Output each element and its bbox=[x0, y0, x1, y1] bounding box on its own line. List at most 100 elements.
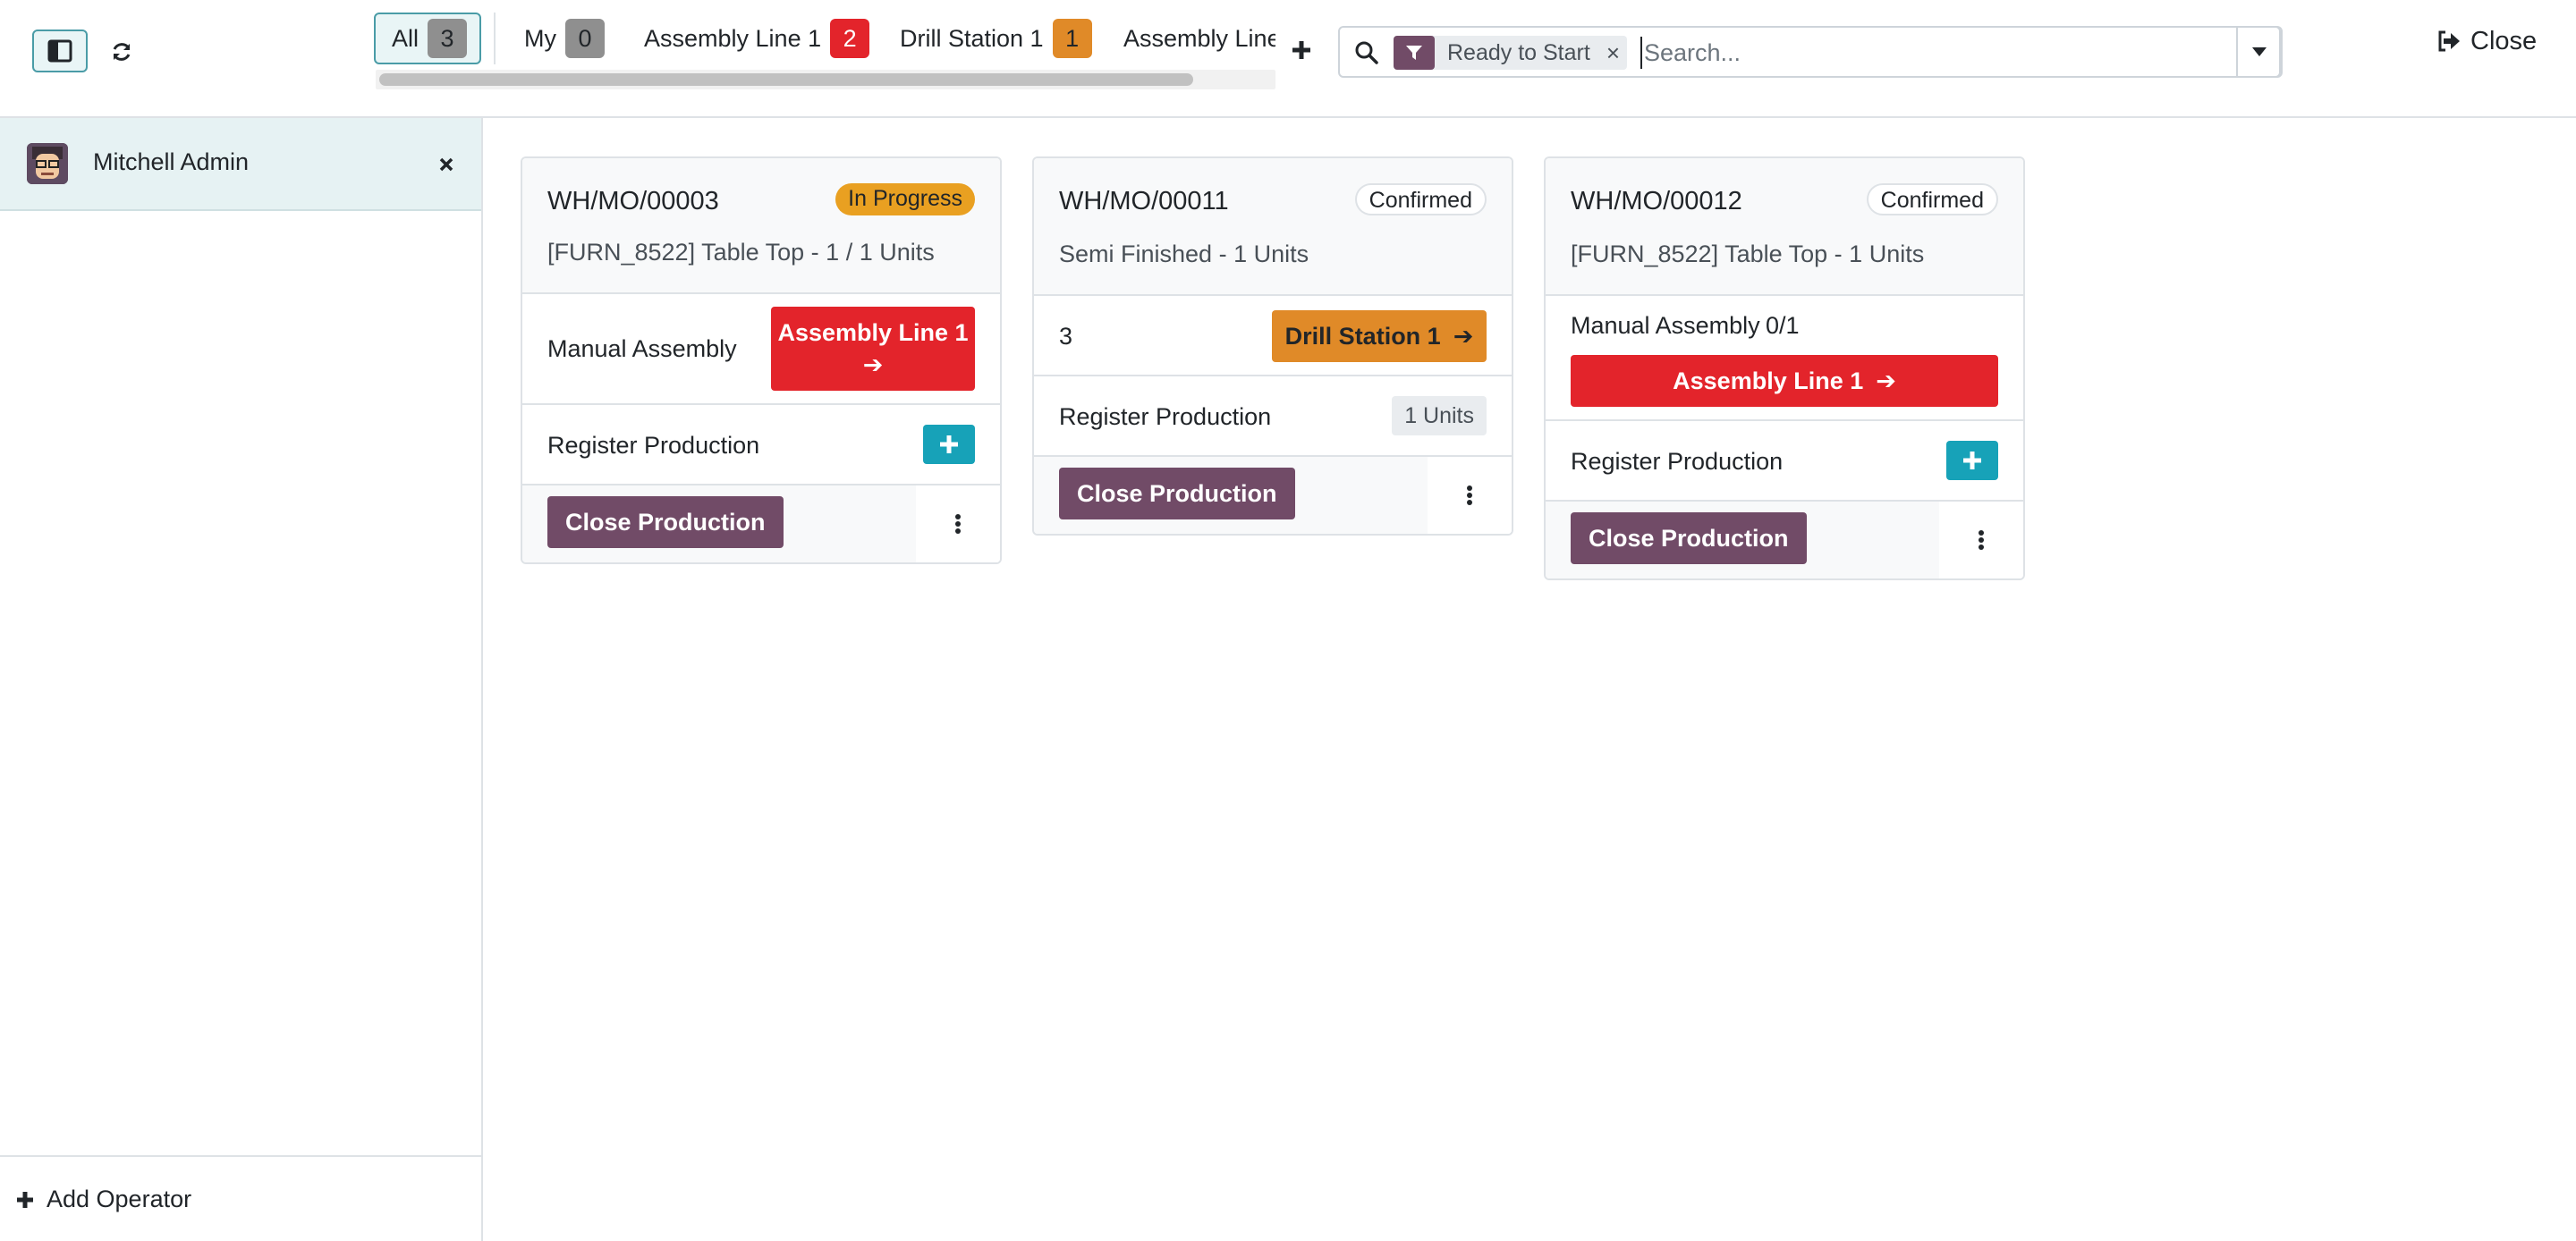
register-production-row[interactable]: Register Production bbox=[1546, 421, 2023, 502]
tab-all[interactable]: All 3 bbox=[374, 13, 481, 64]
search-facet: Ready to Start × bbox=[1394, 36, 1627, 70]
close-production-label: Close Production bbox=[1077, 479, 1277, 507]
tab-drill-station-1[interactable]: Drill Station 1 1 bbox=[900, 13, 1092, 64]
search-input[interactable] bbox=[1640, 37, 2213, 69]
card-header[interactable]: WH/MO/00003 In Progress [FURN_8522] Tabl… bbox=[522, 158, 1000, 294]
add-operator-label: Add Operator bbox=[47, 1186, 192, 1212]
register-production-row[interactable]: Register Production 1 Units bbox=[1034, 376, 1512, 457]
sidebar-toggle-icon bbox=[47, 39, 72, 63]
operation-label: 3 bbox=[1059, 323, 1073, 350]
arrow-right-icon: ➔ bbox=[1453, 322, 1474, 350]
operation-row[interactable]: Manual Assembly 0/1 Assembly Line 1 ➔ bbox=[1546, 296, 2023, 421]
tab-label: Drill Station 1 bbox=[900, 24, 1044, 52]
tabs-scrollbar-thumb[interactable] bbox=[379, 73, 1193, 86]
operator-name: Mitchell Admin bbox=[93, 148, 250, 175]
produced-quantity: 1 Units bbox=[1392, 396, 1487, 435]
register-production-button[interactable] bbox=[1946, 441, 1998, 480]
facet-remove-icon[interactable]: × bbox=[1601, 39, 1627, 67]
card-menu-button[interactable] bbox=[1428, 457, 1512, 534]
card-footer: Close Production bbox=[1546, 502, 2023, 578]
arrow-right-icon: ➔ bbox=[1876, 367, 1896, 394]
search-icon bbox=[1355, 41, 1378, 64]
card-menu-button[interactable] bbox=[1939, 502, 2023, 578]
card-title: WH/MO/00003 bbox=[547, 187, 719, 215]
card-subtitle: [FURN_8522] Table Top - 1 / 1 Units bbox=[547, 239, 935, 266]
close-button[interactable]: Close bbox=[2436, 23, 2537, 59]
tab-label: Assembly Line 1 bbox=[644, 24, 822, 52]
close-production-button[interactable]: Close Production bbox=[1571, 512, 1807, 564]
plus-icon bbox=[17, 1191, 33, 1208]
tab-label: All bbox=[392, 24, 419, 52]
operation-row[interactable]: Manual Assembly Assembly Line 1 ➔ bbox=[522, 294, 1000, 405]
production-card: WH/MO/00011 Confirmed Semi Finished - 1 … bbox=[1032, 156, 1513, 536]
sign-out-icon bbox=[2438, 30, 2460, 52]
tab-count-badge: 0 bbox=[565, 19, 605, 58]
plus-icon bbox=[940, 435, 958, 453]
kebab-icon bbox=[1467, 485, 1472, 505]
close-label: Close bbox=[2470, 26, 2538, 55]
start-workcenter-button[interactable]: Assembly Line 1 ➔ bbox=[771, 307, 975, 391]
refresh-button[interactable] bbox=[106, 34, 138, 70]
avatar bbox=[27, 143, 68, 184]
operation-progress: 0/1 bbox=[1766, 312, 1800, 339]
status-badge: Confirmed bbox=[1354, 183, 1487, 215]
start-workcenter-button[interactable]: Drill Station 1 ➔ bbox=[1272, 310, 1487, 362]
card-footer: Close Production bbox=[522, 485, 1000, 562]
remove-operator-button[interactable] bbox=[433, 148, 460, 181]
operation-label: Manual Assembly bbox=[1571, 312, 1760, 339]
add-workcenter-button[interactable] bbox=[1288, 34, 1315, 66]
register-production-row[interactable]: Register Production bbox=[522, 405, 1000, 485]
sidebar-footer: Add Operator bbox=[0, 1155, 481, 1241]
card-header[interactable]: WH/MO/00012 Confirmed [FURN_8522] Table … bbox=[1546, 158, 2023, 296]
card-title: WH/MO/00011 bbox=[1059, 187, 1229, 215]
facet-label: Ready to Start bbox=[1447, 39, 1590, 65]
caret-down-icon bbox=[2252, 47, 2267, 56]
close-production-label: Close Production bbox=[1589, 524, 1789, 552]
top-bar: All 3 My 0 Assembly Line 1 2 Drill Stati… bbox=[0, 0, 2576, 118]
close-icon bbox=[439, 157, 453, 172]
filter-icon bbox=[1394, 36, 1435, 70]
card-subtitle: [FURN_8522] Table Top - 1 Units bbox=[1571, 241, 1925, 267]
search-options-toggle[interactable] bbox=[2236, 26, 2283, 78]
plus-icon bbox=[1963, 452, 1981, 469]
tab-my[interactable]: My 0 bbox=[524, 13, 605, 64]
tabs-scrollbar[interactable] bbox=[376, 70, 1275, 89]
add-operator-button[interactable]: Add Operator bbox=[16, 1186, 191, 1213]
card-title: WH/MO/00012 bbox=[1571, 187, 1742, 215]
workcenter-tabs: All 3 My 0 Assembly Line 1 2 Drill Stati… bbox=[372, 13, 1275, 66]
status-badge: Confirmed bbox=[1866, 183, 1998, 215]
status-badge: In Progress bbox=[835, 183, 975, 215]
workcenter-label: Assembly Line 1 bbox=[1673, 367, 1864, 394]
toggle-sidebar-button[interactable] bbox=[32, 30, 88, 72]
operator-sidebar: Mitchell Admin Add Operator bbox=[0, 118, 483, 1241]
register-production-label: Register Production bbox=[1571, 448, 1784, 475]
card-header[interactable]: WH/MO/00011 Confirmed Semi Finished - 1 … bbox=[1034, 158, 1512, 296]
close-production-button[interactable]: Close Production bbox=[1059, 468, 1295, 519]
register-production-label: Register Production bbox=[547, 432, 760, 459]
start-workcenter-button[interactable]: Assembly Line 1 ➔ bbox=[1571, 355, 1998, 407]
close-production-label: Close Production bbox=[565, 508, 766, 536]
card-subtitle: Semi Finished - 1 Units bbox=[1059, 241, 1309, 267]
register-production-button[interactable] bbox=[923, 425, 975, 464]
kebab-icon bbox=[1979, 530, 1984, 550]
workcenter-label: Assembly Line 1 bbox=[777, 319, 969, 346]
tab-assembly-line-2[interactable]: Assembly Line bbox=[1123, 13, 1275, 64]
kebab-icon bbox=[955, 514, 961, 534]
operation-label: Manual Assembly bbox=[547, 335, 737, 362]
tab-divider bbox=[494, 13, 496, 64]
card-menu-button[interactable] bbox=[916, 485, 1000, 562]
tab-count-badge: 2 bbox=[830, 19, 870, 58]
register-production-label: Register Production bbox=[1059, 403, 1272, 430]
arrow-right-icon: ➔ bbox=[862, 351, 884, 378]
card-footer: Close Production bbox=[1034, 457, 1512, 534]
tab-count-badge: 3 bbox=[428, 19, 468, 58]
tab-count-badge: 1 bbox=[1052, 19, 1092, 58]
workcenter-label: Drill Station 1 bbox=[1284, 322, 1441, 350]
tab-assembly-line-1[interactable]: Assembly Line 1 2 bbox=[644, 13, 870, 64]
operation-row[interactable]: 3 Drill Station 1 ➔ bbox=[1034, 296, 1512, 376]
search-bar: Ready to Start × bbox=[1338, 26, 2281, 78]
close-production-button[interactable]: Close Production bbox=[547, 496, 784, 548]
refresh-icon bbox=[113, 43, 131, 61]
operator-item[interactable]: Mitchell Admin bbox=[0, 118, 481, 211]
plus-icon bbox=[1292, 41, 1310, 59]
